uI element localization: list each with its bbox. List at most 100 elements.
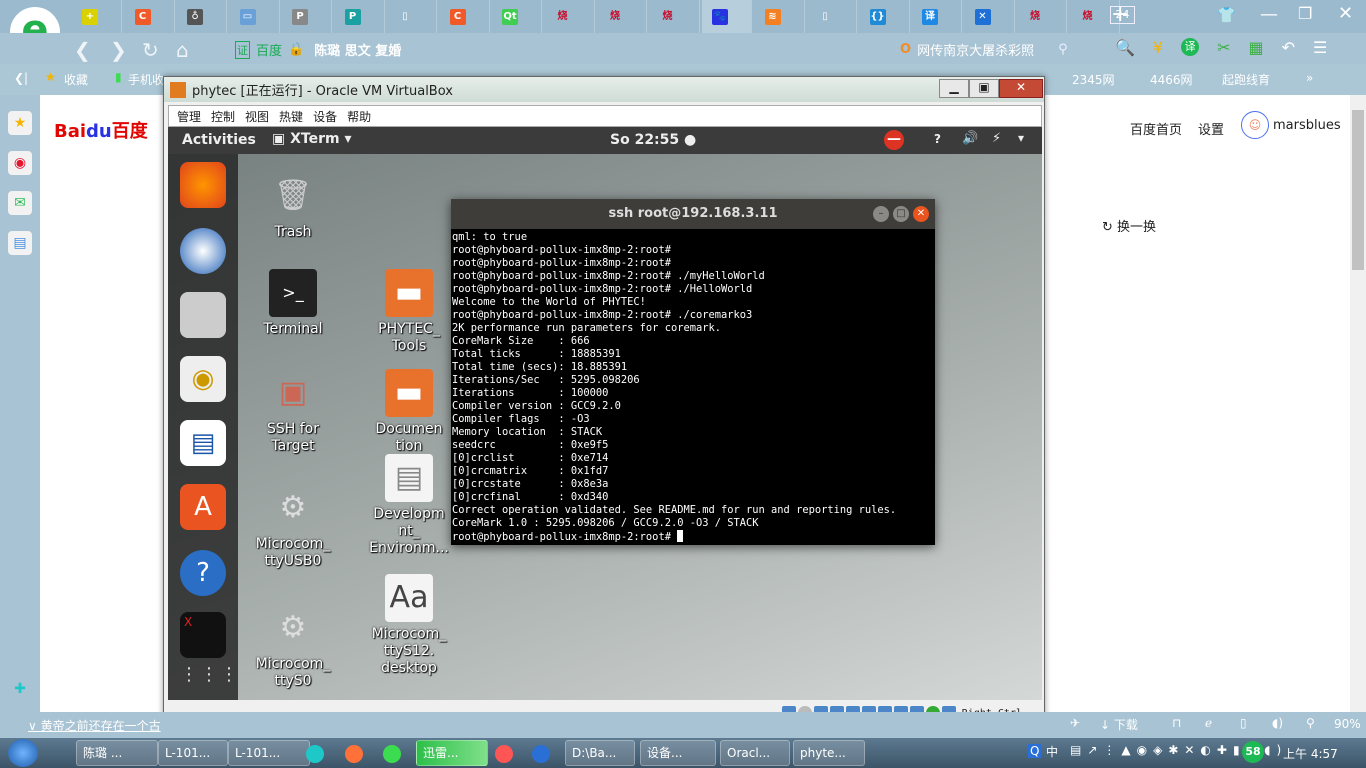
browser-tab[interactable]: 🐾 [702, 0, 752, 33]
help-icon[interactable]: ? [180, 550, 226, 596]
collapse-sidebar-icon[interactable]: ❮| [14, 71, 28, 85]
taskbar-item[interactable]: L-101... [228, 740, 310, 766]
xterm-menu[interactable]: ▣ XTerm ▾ [272, 131, 352, 147]
page-icon[interactable]: ▯ [1240, 716, 1247, 730]
restore-button[interactable]: ❐ [1298, 4, 1312, 23]
vbox-menu-item[interactable]: 视图 [245, 108, 269, 125]
magnifier-icon[interactable]: 🔍 [1115, 38, 1135, 57]
firefox-icon[interactable] [180, 162, 226, 208]
vbox-menu-item[interactable]: 帮助 [347, 108, 371, 125]
desktop-icon[interactable]: Aa Microcom_ ttyS12. desktop [364, 574, 454, 677]
browser-tab[interactable]: 烧 [545, 0, 595, 33]
browser-tab[interactable]: ▯ [807, 0, 857, 33]
browser-tab[interactable]: Qt [492, 0, 542, 33]
search-icon[interactable]: ⚲ [1058, 42, 1068, 57]
terminal-title-bar[interactable]: ssh root@192.168.3.11 [451, 199, 935, 229]
scissors-icon[interactable]: ✂ [1217, 38, 1230, 57]
desktop-icon[interactable]: 🗑 Trash [248, 172, 338, 241]
vbox-title-bar[interactable]: phytec [正在运行] - Oracle VM VirtualBox [164, 77, 1044, 102]
browser-tab[interactable]: ✕ [965, 0, 1015, 33]
browser-tab[interactable]: 译 [912, 0, 962, 33]
desktop-icon[interactable]: ▤ Developm nt_ Environm... [364, 454, 454, 557]
bookmark-4466[interactable]: 4466网 [1150, 71, 1193, 88]
skin-icon[interactable]: 👕 [1217, 6, 1236, 24]
files-icon[interactable] [180, 292, 226, 338]
pin-icon[interactable]: ✈ [1070, 716, 1080, 730]
vbox-minimize-button[interactable]: ▁ [939, 79, 969, 98]
baidu-home-link[interactable]: 百度首页 [1130, 119, 1182, 138]
taskbar-item[interactable]: phyte... [793, 740, 865, 766]
start-button[interactable] [8, 739, 38, 767]
rhythmbox-icon[interactable]: ◉ [180, 356, 226, 402]
browser-tab[interactable]: 烧 [1017, 0, 1067, 33]
mail-icon[interactable]: ✉ [8, 191, 32, 215]
taskbar-item[interactable]: 迅雷... [416, 740, 488, 766]
ime-language[interactable]: 中 [1046, 743, 1058, 760]
terminal-prompt-line[interactable]: root@phyboard-pollux-imx8mp-2:root# [452, 530, 934, 544]
vbox-menu-item[interactable]: 热键 [279, 108, 303, 125]
taskbar-item[interactable]: 陈璐 ... [76, 740, 158, 766]
favorites-icon[interactable]: ★ [8, 111, 32, 135]
close-button[interactable]: ✕ [1338, 3, 1353, 24]
back-button[interactable]: ❮ [74, 38, 91, 62]
browser-tab[interactable]: C [125, 0, 175, 33]
browser-tab[interactable]: P [282, 0, 332, 33]
desktop-icon[interactable]: ▬ Documen tion [364, 369, 454, 455]
favorites-button[interactable]: 收藏 [64, 71, 88, 88]
sound-icon[interactable]: ◖) [1272, 716, 1283, 730]
menu-icon[interactable]: ☰ [1313, 38, 1327, 57]
browser-tab[interactable]: 烧 [597, 0, 647, 33]
desktop-icon[interactable]: ▬ PHYTEC_ Tools [364, 269, 454, 355]
search-box[interactable]: O 网传南京大屠杀彩照 ⚲ [900, 40, 1068, 59]
security-badge[interactable]: 58 [1242, 741, 1264, 763]
vbox-close-button[interactable]: ✕ [999, 79, 1043, 98]
vbox-menu-item[interactable]: 控制 [211, 108, 235, 125]
reload-button[interactable]: ↻ [142, 38, 159, 62]
baidu-logo[interactable]: Baidu百度 [54, 117, 148, 143]
forward-button[interactable]: ❯ [110, 38, 127, 62]
download-button[interactable]: ↓ 下载 [1100, 716, 1138, 733]
username[interactable]: marsblues [1273, 118, 1341, 133]
home-button[interactable]: ⌂ [176, 38, 189, 62]
browser-tab[interactable]: P [335, 0, 385, 33]
show-apps-icon[interactable]: ⋮⋮⋮ [180, 652, 238, 698]
browser-tab[interactable]: + [72, 0, 122, 33]
network-icon[interactable]: ? [934, 132, 941, 146]
browser-tab[interactable]: C [440, 0, 490, 33]
terminal-minimize-button[interactable]: – [873, 206, 889, 222]
minimize-button[interactable]: — [1260, 4, 1278, 25]
browser-tab[interactable]: ♁ [177, 0, 227, 33]
desktop-icon[interactable]: ⚙ Microcom_ ttyUSB0 [248, 484, 338, 570]
browser-tab[interactable]: ▭ [230, 0, 280, 33]
libreoffice-writer-icon[interactable]: ▤ [180, 420, 226, 466]
document-icon[interactable]: ▤ [8, 231, 32, 255]
bookmarks-more[interactable]: » [1306, 71, 1313, 85]
taskbar-pinned-app-icon[interactable] [532, 745, 550, 763]
thunderbird-icon[interactable] [180, 228, 226, 274]
activities-button[interactable]: Activities [182, 132, 256, 148]
desktop-icon[interactable]: ▣ SSH for Target [248, 369, 338, 455]
add-app-icon[interactable]: ✚ [8, 677, 32, 701]
battery-icon[interactable]: ⚡ [992, 131, 1001, 146]
ime-icon[interactable]: Q [1028, 744, 1042, 758]
vbox-menu-item[interactable]: 设备 [313, 108, 337, 125]
desktop-icon[interactable]: >_ Terminal [248, 269, 338, 338]
taskbar-pinned-app-icon[interactable] [495, 745, 513, 763]
system-clock[interactable]: 上午 4:57 [1283, 745, 1338, 762]
zoom-icon[interactable]: ⚲ [1306, 716, 1315, 730]
do-not-disturb-icon[interactable]: — [884, 130, 904, 150]
bookmark-mobile[interactable]: 手机收 [128, 71, 164, 88]
terminal-close-button[interactable]: ✕ [913, 206, 929, 222]
browser-tab[interactable]: 烧 [650, 0, 700, 33]
refresh-button[interactable]: ↻ 换一换 [1102, 216, 1156, 235]
shield-icon[interactable]: ¥ [1153, 38, 1163, 57]
avatar[interactable]: ☺ [1241, 111, 1269, 139]
taskbar-item[interactable]: Oracl... [720, 740, 790, 766]
taskbar-item[interactable]: L-101... [158, 740, 228, 766]
vbox-menu-item[interactable]: 管理 [177, 108, 201, 125]
apps-icon[interactable]: ▦ [1249, 38, 1264, 57]
settings-link[interactable]: 设置 [1198, 119, 1224, 138]
clock[interactable]: So 22:55 ● [610, 132, 696, 148]
taskbar-pinned-app-icon[interactable] [345, 745, 363, 763]
translate-icon[interactable]: 译 [1181, 38, 1200, 56]
